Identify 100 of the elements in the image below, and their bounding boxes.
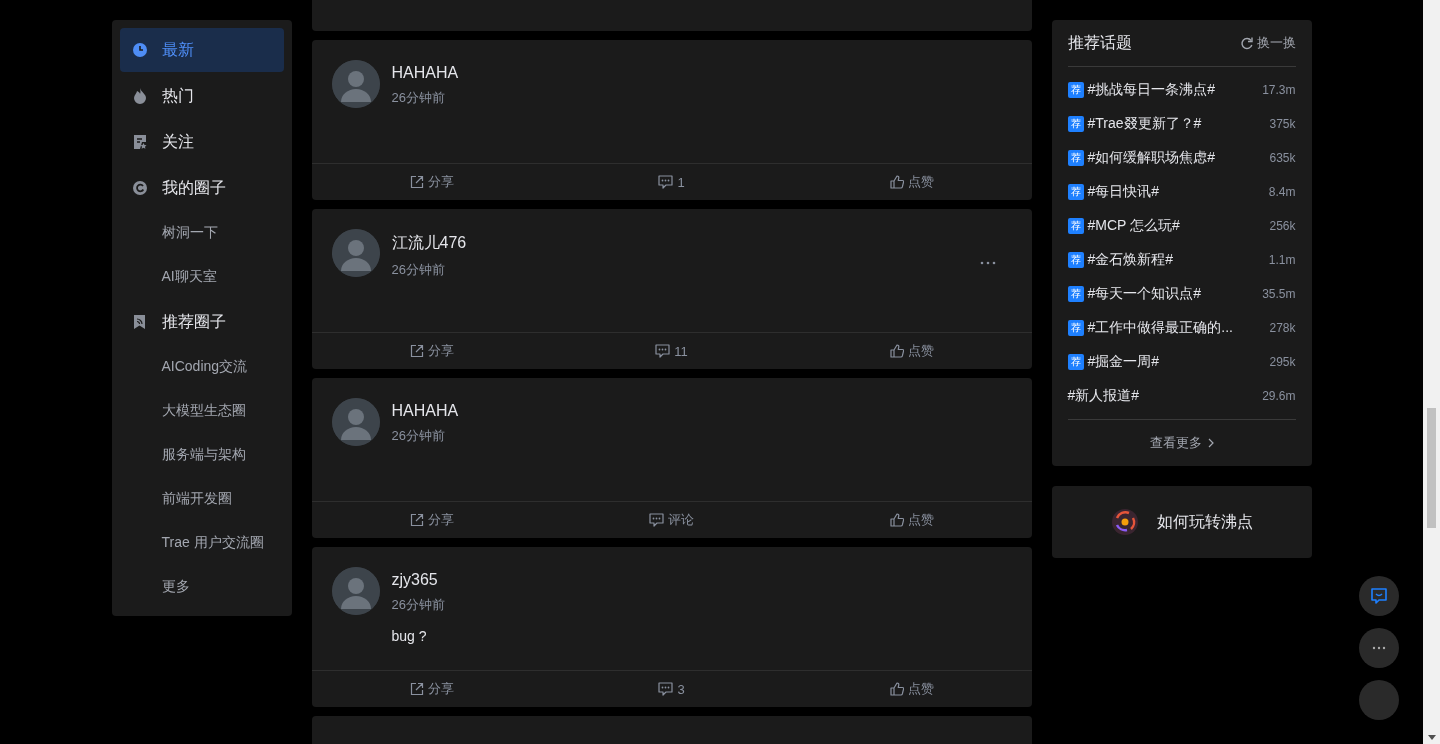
topic-title: #如何缓解职场焦虑# <box>1087 149 1217 167</box>
topic-item[interactable]: #新人报道# 29.6m <box>1067 379 1296 413</box>
recommend-badge: 荐 <box>1067 82 1084 98</box>
topic-count: 8.4m <box>1268 185 1296 199</box>
topic-title: #掘金一周# <box>1087 353 1161 371</box>
view-more-link[interactable]: 查看更多 <box>1149 434 1214 452</box>
share-button[interactable]: 分享 <box>409 164 454 200</box>
author-name[interactable]: 江流儿476 <box>391 233 467 254</box>
comment-button[interactable]: 3 <box>658 671 685 707</box>
recommend-badge: 荐 <box>1067 116 1084 132</box>
more-icon <box>1372 646 1386 650</box>
recommend-badge: 荐 <box>1067 286 1084 302</box>
topic-title: #新人报道# <box>1067 387 1141 405</box>
comment-icon <box>658 175 674 189</box>
refresh-icon <box>1239 36 1253 50</box>
comment-button[interactable]: 11 <box>655 333 688 369</box>
recommend-badge: 荐 <box>1067 354 1084 370</box>
sidebar-subitem[interactable]: 服务端与架构 <box>119 434 284 476</box>
section-title: 推荐话题 <box>1067 32 1132 53</box>
topic-title: #金石焕新程# <box>1087 251 1175 269</box>
topic-count: 35.5m <box>1262 287 1296 301</box>
sidebar-item[interactable]: 关注 <box>119 120 284 164</box>
author-name[interactable]: HAHAHA <box>391 64 459 82</box>
topic-item[interactable]: 荐 #每天一个知识点# 35.5m <box>1067 277 1296 311</box>
logo-icon <box>1110 508 1139 536</box>
sidebar-item[interactable]: 最新 <box>119 28 284 72</box>
topic-title: #每天一个知识点# <box>1087 285 1203 303</box>
thumbs-up-icon <box>889 513 904 527</box>
topic-count: 29.6m <box>1262 389 1296 403</box>
recommend-badge: 荐 <box>1067 218 1084 234</box>
topic-item[interactable]: 荐 #Trae叕更新了？# 375k <box>1067 107 1296 141</box>
author-name[interactable]: HAHAHA <box>391 402 459 420</box>
share-icon <box>409 682 424 696</box>
circle-icon <box>131 180 148 196</box>
topic-item[interactable]: 荐 #挑战每日一条沸点# 17.3m <box>1067 73 1296 107</box>
topic-item[interactable]: 荐 #金石焕新程# 1.1m <box>1067 243 1296 277</box>
sidebar-subitem[interactable]: Trae 用户交流圈 <box>119 522 284 564</box>
sidebar-item[interactable]: 我的圈子 <box>119 166 284 210</box>
topic-item[interactable]: 荐 #工作中做得最正确的... 278k <box>1067 311 1296 345</box>
sidebar-subitem[interactable]: 前端开发圈 <box>119 478 284 520</box>
topic-title: #每日快讯# <box>1087 183 1161 201</box>
scroll-down-icon[interactable] <box>1427 735 1436 740</box>
sidebar-subitem[interactable]: 更多 <box>119 566 284 608</box>
sidebar-item[interactable]: 推荐圈子 <box>119 300 284 344</box>
topic-count: 17.3m <box>1262 83 1296 97</box>
refresh-button[interactable]: 换一换 <box>1239 34 1296 52</box>
topic-count: 295k <box>1269 355 1296 369</box>
topic-item[interactable]: 荐 #每日快讯# 8.4m <box>1067 175 1296 209</box>
more-icon[interactable] <box>979 261 996 265</box>
recommend-badge: 荐 <box>1067 150 1084 166</box>
post-time: 26分钟前 <box>391 89 445 107</box>
share-button[interactable]: 分享 <box>409 333 454 369</box>
message-icon <box>1370 587 1388 605</box>
topic-count: 256k <box>1269 219 1296 233</box>
sidebar-subitem[interactable]: AICoding交流 <box>119 346 284 388</box>
comment-button[interactable]: 1 <box>658 164 685 200</box>
avatar[interactable] <box>331 229 380 277</box>
sidebar-subitem[interactable]: 大模型生态圈 <box>119 390 284 432</box>
avatar[interactable] <box>331 398 380 446</box>
share-button[interactable]: 分享 <box>409 671 454 707</box>
post-time: 26分钟前 <box>391 261 445 279</box>
scrollbar[interactable] <box>1423 0 1440 744</box>
bookmark-icon <box>133 314 146 330</box>
comment-button[interactable]: 评论 <box>649 502 694 538</box>
topic-item[interactable]: 荐 #如何缓解职场焦虑# 635k <box>1067 141 1296 175</box>
scrollbar-thumb[interactable] <box>1427 408 1436 528</box>
share-button[interactable]: 分享 <box>409 502 454 538</box>
like-button[interactable]: 点赞 <box>889 164 934 200</box>
thumbs-up-icon <box>889 344 904 358</box>
comment-icon <box>655 344 671 358</box>
recommend-badge: 荐 <box>1067 320 1084 336</box>
recommend-badge: 荐 <box>1067 252 1084 268</box>
document-star-icon <box>132 134 147 150</box>
flame-icon <box>132 88 147 104</box>
like-button[interactable]: 点赞 <box>889 502 934 538</box>
topic-count: 1.1m <box>1268 253 1296 267</box>
recommend-badge: 荐 <box>1067 184 1084 200</box>
topic-count: 375k <box>1269 117 1296 131</box>
message-button[interactable] <box>1359 576 1399 616</box>
share-icon <box>409 513 424 527</box>
guide-banner[interactable]: 如何玩转沸点 <box>1051 486 1312 558</box>
topic-item[interactable]: 荐 #掘金一周# 295k <box>1067 345 1296 379</box>
post-text: bug ? <box>391 628 427 644</box>
avatar[interactable] <box>331 567 380 615</box>
author-name[interactable]: zjy365 <box>391 571 438 589</box>
post-time: 26分钟前 <box>391 427 445 445</box>
topic-item[interactable]: 荐 #MCP 怎么玩# 256k <box>1067 209 1296 243</box>
like-button[interactable]: 点赞 <box>889 671 934 707</box>
sidebar-subitem[interactable]: AI聊天室 <box>119 256 284 298</box>
comment-icon <box>649 513 664 527</box>
comment-icon <box>658 682 674 696</box>
sidebar-item[interactable]: 热门 <box>119 74 284 118</box>
avatar[interactable] <box>331 60 380 108</box>
topic-title: #Trae叕更新了？# <box>1087 115 1203 133</box>
like-button[interactable]: 点赞 <box>889 333 934 369</box>
topic-title: #挑战每日一条沸点# <box>1087 81 1217 99</box>
topic-count: 278k <box>1269 321 1296 335</box>
clock-icon <box>131 42 148 58</box>
topic-count: 635k <box>1269 151 1296 165</box>
sidebar-subitem[interactable]: 树洞一下 <box>119 212 284 254</box>
